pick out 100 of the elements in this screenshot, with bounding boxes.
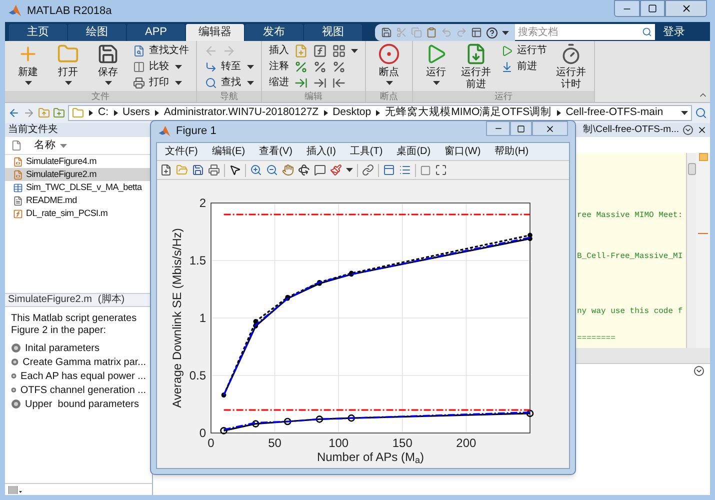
percent-icon[interactable] xyxy=(294,60,308,74)
ribbon-tab[interactable]: 绘图 xyxy=(68,24,126,41)
toolstrip-button[interactable]: 前进 xyxy=(500,59,547,74)
menu-item[interactable]: 窗口(W) xyxy=(444,144,481,159)
file-type: (脚本) xyxy=(98,292,125,307)
menu-item[interactable]: 工具(T) xyxy=(350,144,383,159)
new-file-icon[interactable] xyxy=(160,164,172,176)
ribbon-tab[interactable]: 主页 xyxy=(9,24,67,41)
file-row[interactable]: SimulateFigure4.m xyxy=(5,155,152,168)
toolstrip-button[interactable]: 运行并前进 xyxy=(457,43,495,91)
close-button[interactable] xyxy=(532,121,568,136)
grip-icon[interactable] xyxy=(8,486,22,494)
pointer-icon[interactable] xyxy=(229,164,241,176)
maximize-button[interactable] xyxy=(640,0,665,17)
chevron-icon[interactable] xyxy=(694,366,704,376)
code-line: ree Massive MIMO Meet: xyxy=(577,211,683,221)
printer-icon xyxy=(133,76,145,88)
file-row[interactable]: README.md xyxy=(5,194,152,207)
square-icon[interactable] xyxy=(420,164,431,176)
breadcrumb-link[interactable]: Administrator.WIN7U-20180127Z xyxy=(164,105,319,121)
close-button[interactable] xyxy=(665,0,707,17)
ribbon-tab[interactable]: APP xyxy=(127,24,185,41)
menu-item[interactable]: 编辑(E) xyxy=(212,144,246,159)
breadcrumb-link[interactable]: Desktop xyxy=(332,105,372,121)
search-field[interactable]: 搜索文档 xyxy=(515,24,655,40)
breadcrumb-link[interactable]: C: xyxy=(98,105,108,121)
toolstrip-button[interactable]: 断点 xyxy=(370,43,408,91)
toolstrip-button[interactable]: 打开 xyxy=(49,43,87,91)
chevron-icon[interactable] xyxy=(683,125,693,135)
section-link[interactable]: OTFS channel generation ... xyxy=(20,382,146,398)
toolstrip-button[interactable]: 保存 xyxy=(89,43,127,91)
search-icon[interactable] xyxy=(642,27,652,37)
percent-icon[interactable] xyxy=(332,60,346,74)
address-field[interactable]: C: Users Administrator.WIN7U-20180127Z Desktop 无蜂窝大规模MIMO满足OTFS调制 Cell-free-OTFS-main xyxy=(68,105,692,121)
data-tip-icon[interactable] xyxy=(314,164,326,176)
menu-item[interactable]: 文件(F) xyxy=(165,144,198,159)
printer-icon[interactable] xyxy=(208,164,220,176)
ribbon-tab[interactable]: 视图 xyxy=(304,24,362,41)
file-row[interactable]: SimulateFigure2.m xyxy=(5,168,152,181)
hand-icon[interactable] xyxy=(282,164,294,176)
tick-label: 150 xyxy=(392,436,412,450)
ribbon-tab[interactable]: 发布 xyxy=(245,24,303,41)
rotate-icon[interactable] xyxy=(298,164,310,176)
data-point xyxy=(348,414,355,422)
percent-icon[interactable] xyxy=(313,60,327,74)
toolstrip-button[interactable]: 新建 xyxy=(9,43,47,91)
toolstrip-button[interactable]: 注释 xyxy=(269,60,289,72)
close-icon xyxy=(680,3,692,14)
editor-tab[interactable]: 制\Cell-free-OTFS-m... xyxy=(582,122,679,138)
data-point xyxy=(284,418,292,426)
section-link[interactable]: Each AP has equal power ... xyxy=(20,368,146,384)
back-icon[interactable] xyxy=(8,107,20,119)
toolstrip-button[interactable]: 转至 xyxy=(204,59,254,74)
breadcrumb-link[interactable]: Cell-free-OTFS-main xyxy=(566,105,664,121)
section-link[interactable]: Inital parameters xyxy=(25,340,100,356)
toolstrip-button[interactable]: 运行 xyxy=(417,43,455,91)
file-row[interactable]: Sim_TWC_DLSE_v_MA_betta xyxy=(5,181,152,194)
toolstrip-button[interactable]: 查找 xyxy=(204,75,254,90)
forward-icon[interactable] xyxy=(23,107,35,119)
zoom-in-icon[interactable] xyxy=(250,164,262,176)
help-icon[interactable] xyxy=(486,26,498,38)
indent-icon[interactable] xyxy=(294,76,308,90)
login-button[interactable]: 登录 xyxy=(655,24,693,41)
breadcrumb-link[interactable]: Users xyxy=(122,105,150,121)
toolstrip-button[interactable]: 比较 xyxy=(132,59,189,74)
file-row[interactable]: DL_rate_sim_PCSI.m xyxy=(5,207,152,220)
menu-item[interactable]: 帮助(H) xyxy=(494,144,529,159)
toolstrip-button[interactable]: 插入 xyxy=(269,44,289,56)
clipboard-icon[interactable] xyxy=(426,27,437,38)
menu-item[interactable]: 桌面(D) xyxy=(396,144,431,159)
section-link[interactable]: Upper bound parameters xyxy=(25,396,139,412)
tick-label: 1 xyxy=(199,311,206,325)
zoom-out-icon[interactable] xyxy=(266,164,278,176)
toolstrip-button[interactable]: 打印 xyxy=(132,75,189,90)
folder-plus-icon[interactable] xyxy=(53,107,65,119)
toolstrip-button[interactable]: 查找文件 xyxy=(132,43,189,58)
brush-icon[interactable] xyxy=(330,164,342,176)
menu-item[interactable]: 插入(I) xyxy=(306,144,336,159)
close-icon[interactable] xyxy=(697,125,707,135)
section-link[interactable]: Create Gamma matrix par... xyxy=(22,354,146,370)
toolstrip-button[interactable]: 运行并计时 xyxy=(552,43,590,91)
toolstrip-button[interactable]: 运行节 xyxy=(500,43,547,58)
layout-icon[interactable] xyxy=(471,27,482,38)
menu-item[interactable]: 查看(V) xyxy=(259,144,292,159)
link-icon[interactable] xyxy=(362,164,374,176)
outdent-icon[interactable] xyxy=(332,76,346,90)
toolstrip-button[interactable]: 缩进 xyxy=(269,76,289,88)
breadcrumb-link[interactable]: 无蜂窝大规模MIMO满足OTFS调制 xyxy=(385,105,552,121)
function-icon[interactable] xyxy=(313,44,327,58)
scrollbar[interactable] xyxy=(686,153,696,348)
ribbon-tab[interactable]: 编辑器 xyxy=(186,24,244,41)
caret-icon xyxy=(64,81,72,85)
maximize-button[interactable] xyxy=(510,121,532,136)
indent-icon[interactable] xyxy=(313,76,327,90)
grid-icon[interactable] xyxy=(332,44,346,58)
maximize-icon[interactable] xyxy=(435,164,447,176)
colorbar-icon[interactable] xyxy=(383,164,395,176)
caret-icon xyxy=(104,81,112,85)
group-label: 导航 xyxy=(197,91,261,102)
search-icon[interactable] xyxy=(695,107,707,119)
